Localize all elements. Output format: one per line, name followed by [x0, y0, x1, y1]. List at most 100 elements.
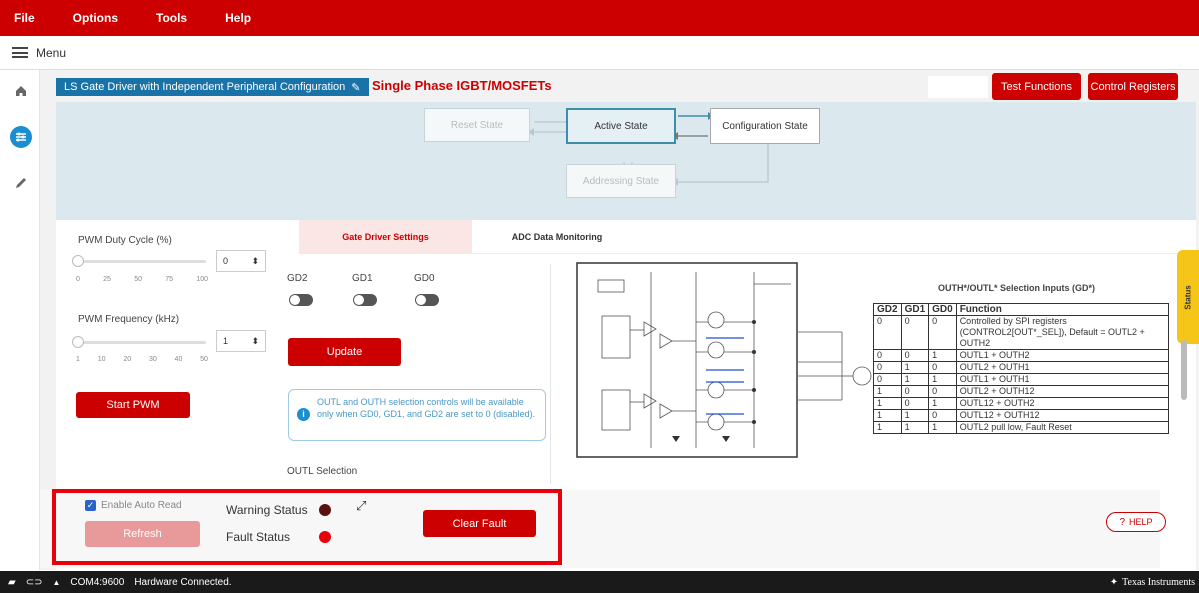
help-label: HELP — [1129, 517, 1153, 527]
state-configuration[interactable]: Configuration State — [710, 108, 820, 144]
table-row: 0 0 0 Controlled by SPI registers (CONTROL2… — [873, 315, 1170, 350]
tab-adc-data-monitoring[interactable]: ADC Data Monitoring — [472, 220, 642, 254]
settings-sliders-icon[interactable] — [10, 126, 32, 148]
cell: OUTL2 + OUTH1 — [955, 361, 1170, 374]
status-bar: ▰ ⊂⊃ ▲ COM4:9600 Hardware Connected. ✦ T… — [0, 571, 1199, 593]
state-diagram: Reset State Active State Configuration S… — [56, 102, 1196, 220]
gd2-label: GD2 — [287, 273, 308, 284]
home-icon[interactable] — [10, 80, 32, 102]
spin-arrows-icon[interactable]: ⬍ — [251, 336, 259, 347]
gd1-label: GD1 — [352, 273, 373, 284]
outl-selection-label: OUTL Selection — [287, 466, 358, 477]
cell: 0 — [873, 349, 902, 362]
table-row: 0 1 1 OUTL1 + OUTH1 — [873, 373, 1170, 386]
cell: OUTL2 pull low, Fault Reset — [955, 421, 1170, 434]
caret-up-icon[interactable]: ▲ — [52, 578, 60, 587]
tab-gate-driver-settings[interactable]: Gate Driver Settings — [299, 220, 472, 254]
status-side-tab[interactable]: Status — [1177, 250, 1199, 344]
table-row: 1 0 0 OUTL2 + OUTH12 — [873, 385, 1170, 398]
edit-icon[interactable]: ✎ — [351, 81, 360, 94]
cell: 0 — [900, 315, 930, 350]
cell: 1 — [873, 409, 902, 422]
pwm-freq-input[interactable]: 1 ⬍ — [216, 330, 266, 352]
cell: 0 — [873, 373, 902, 386]
selection-table: GD2 GD1 GD0 Function 0 0 0 Controlled by SP… — [873, 303, 1170, 434]
cell: 1 — [928, 397, 957, 410]
output-transistor-diagram — [798, 331, 872, 401]
link-icon[interactable]: ⊂⊃ — [26, 577, 43, 588]
info-text: OUTL and OUTH selection controls will be… — [317, 397, 536, 419]
pwm-freq-slider[interactable] — [76, 341, 206, 344]
app-window: File Options Tools Help Menu LS Gate Dri… — [0, 0, 1199, 593]
cell: OUTL2 + OUTH12 — [955, 385, 1170, 398]
cell: OUTL12 + OUTH2 — [955, 397, 1170, 410]
tick: 100 — [196, 276, 208, 283]
divider — [550, 264, 551, 484]
cell: 0 — [928, 315, 957, 350]
port-label: COM4:9600 — [70, 576, 125, 588]
cell: OUTL1 + OUTH1 — [955, 373, 1170, 386]
menu-toggle-label[interactable]: Menu — [36, 46, 66, 60]
cell: 0 — [928, 385, 957, 398]
cell: 0 — [900, 397, 930, 410]
cell: 1 — [928, 421, 957, 434]
col-gd0: GD0 — [928, 303, 957, 316]
gate-driver-schematic — [576, 262, 798, 458]
menu-file[interactable]: File — [14, 11, 35, 25]
spin-arrows-icon[interactable]: ⬍ — [251, 256, 259, 267]
gd2-toggle[interactable] — [289, 294, 313, 306]
cell: OUTL12 + OUTH12 — [955, 409, 1170, 422]
table-row: 1 1 0 OUTL12 + OUTH12 — [873, 409, 1170, 422]
hamburger-icon[interactable] — [12, 47, 28, 58]
menu-tools[interactable]: Tools — [156, 11, 187, 25]
tick: 50 — [134, 276, 142, 283]
col-function: Function — [955, 303, 1170, 316]
pwm-duty-slider-thumb[interactable] — [72, 255, 84, 267]
cell: 0 — [900, 349, 930, 362]
pwm-duty-ticks: 0 25 50 75 100 — [76, 276, 208, 283]
page-title-badge[interactable]: LS Gate Driver with Independent Peripher… — [56, 78, 369, 96]
cell: 0 — [928, 409, 957, 422]
pencil-icon[interactable] — [10, 172, 32, 194]
gd1-toggle[interactable] — [353, 294, 377, 306]
menu-bar: File Options Tools Help — [0, 0, 1199, 36]
table-row: 1 1 1 OUTL2 pull low, Fault Reset — [873, 421, 1170, 434]
brand-logo: ✦ Texas Instruments — [1110, 577, 1195, 588]
nav-bar: Menu — [0, 36, 1199, 70]
page-title: LS Gate Driver with Independent Peripher… — [64, 81, 346, 93]
state-reset[interactable]: Reset State — [424, 108, 530, 142]
menu-options[interactable]: Options — [73, 11, 118, 25]
test-functions-button[interactable]: Test Functions — [992, 73, 1081, 100]
tick: 75 — [165, 276, 174, 283]
tick: 40 — [174, 356, 183, 363]
pwm-duty-input[interactable]: 0 ⬍ — [216, 250, 266, 272]
control-registers-button[interactable]: Control Registers — [1088, 73, 1178, 100]
cell: 0 — [873, 315, 902, 350]
tick: 50 — [200, 356, 208, 363]
gd0-toggle[interactable] — [415, 294, 439, 306]
pwm-duty-slider[interactable] — [76, 260, 206, 263]
connection-status: Hardware Connected. — [134, 576, 232, 588]
start-pwm-button[interactable]: Start PWM — [76, 392, 190, 418]
table-row: 1 0 1 OUTL12 + OUTH2 — [873, 397, 1170, 410]
help-button[interactable]: ? HELP — [1106, 512, 1166, 532]
cell: 1 — [900, 409, 930, 422]
page-subtitle: Single Phase IGBT/MOSFETs — [372, 78, 552, 93]
state-addressing[interactable]: Addressing State — [566, 164, 676, 198]
pwm-freq-slider-thumb[interactable] — [72, 336, 84, 348]
cell: 0 — [873, 361, 902, 374]
cell: 1 — [928, 373, 957, 386]
update-button[interactable]: Update — [288, 338, 401, 366]
tick: 10 — [97, 356, 106, 363]
state-active[interactable]: Active State — [566, 108, 676, 144]
connection-card-icon[interactable]: ▰ — [8, 577, 16, 588]
tick: 25 — [103, 276, 111, 283]
ti-logo-icon: ✦ — [1109, 576, 1119, 588]
menu-help[interactable]: Help — [225, 11, 251, 25]
pwm-freq-value: 1 — [223, 336, 229, 346]
table-row: 0 0 1 OUTL1 + OUTH2 — [873, 349, 1170, 362]
highlight-box — [52, 489, 562, 565]
gd0-label: GD0 — [414, 273, 435, 284]
scrollbar[interactable] — [1181, 340, 1187, 400]
left-rail — [0, 70, 40, 570]
